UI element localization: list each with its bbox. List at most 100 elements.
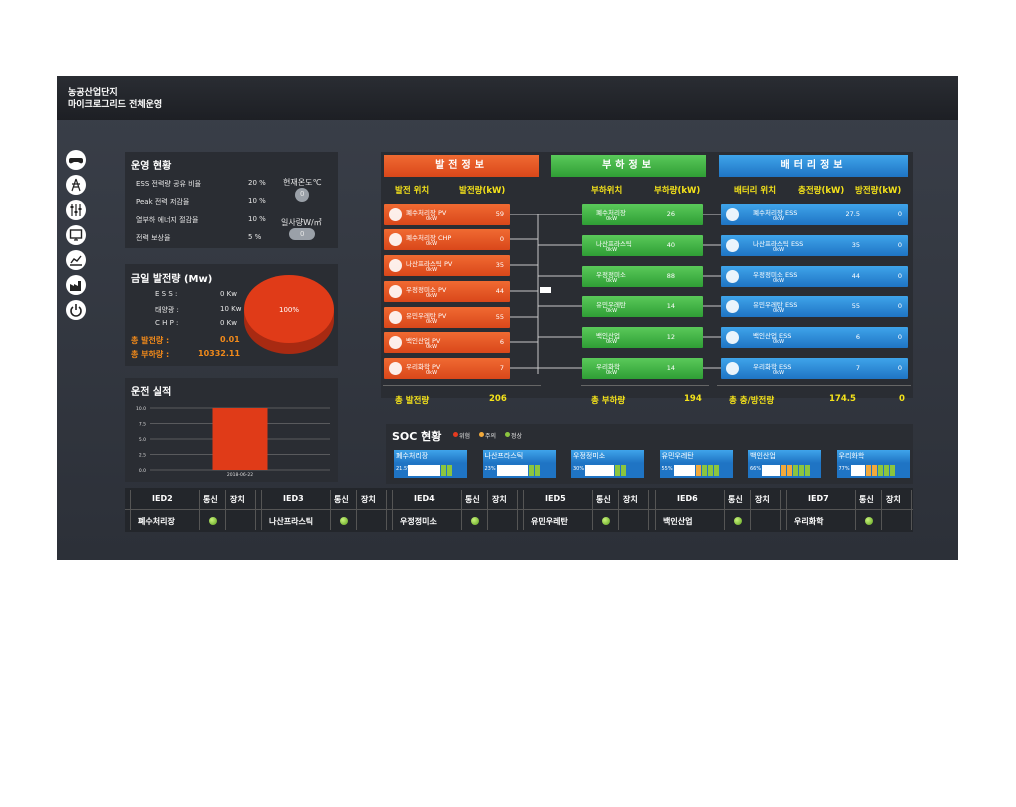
soc-card[interactable]: 폐수처리장 21.5%: [394, 450, 467, 480]
soc-segment: [781, 465, 787, 476]
total-generation-label: 총 발전량 :: [131, 336, 170, 345]
soc-segment: [440, 465, 446, 476]
bar[interactable]: [212, 408, 268, 470]
battery-row[interactable]: 백인산업 ESS 0kW 6 0: [721, 327, 908, 348]
battery-icon: [726, 362, 739, 375]
y-tick-label: 2.5: [139, 453, 146, 459]
soc-card[interactable]: 백인산업 66%: [748, 450, 821, 480]
battery-connector-lines: [703, 214, 721, 369]
load-value: 26: [666, 210, 675, 218]
today-value: 0 Kw: [220, 290, 237, 298]
soc-card[interactable]: 우리화학 77%: [836, 450, 910, 480]
generation-sub: 0kW: [426, 370, 438, 376]
x-tick-label: 2018-06-22: [227, 472, 253, 478]
ied-device-header: 장치: [492, 495, 507, 504]
soc-segment: [793, 465, 799, 476]
solar-panel-icon: [389, 285, 402, 298]
y-tick-label: 10.0: [136, 406, 146, 412]
load-row[interactable]: 우리화학 0kW 14: [582, 358, 703, 379]
solar-panel-icon: [389, 208, 402, 221]
soc-segment: [878, 465, 884, 476]
table-divider: [461, 490, 462, 530]
battery-total-discharge: 0: [899, 394, 905, 404]
battery-row[interactable]: 우정정미소 ESS 0kW 44 0: [721, 266, 908, 287]
soc-fill: [585, 465, 614, 476]
load-row[interactable]: 백인산업 0kW 12: [582, 327, 703, 348]
power-line-icon[interactable]: [66, 175, 86, 195]
ops-value: 20 %: [248, 179, 266, 187]
monitor-icon[interactable]: [66, 225, 86, 245]
battery-row[interactable]: 폐수처리장 ESS 0kW 27.5 0: [721, 204, 908, 225]
generation-pie-chart: 100%: [244, 275, 334, 354]
table-divider: [780, 490, 781, 530]
generation-row[interactable]: 폐수처리장 PV 0kW 59: [384, 204, 510, 225]
load-header[interactable]: 부하정보: [551, 155, 706, 177]
load-row[interactable]: 폐수처리장 0kW 26: [582, 204, 703, 225]
soc-card[interactable]: 유민우레탄 55%: [659, 450, 733, 480]
table-divider: [523, 490, 524, 530]
soc-card[interactable]: 우정정미소 30%: [571, 450, 644, 480]
solar-panel-icon: [389, 233, 402, 246]
soc-segment: [890, 465, 896, 476]
factory-icon[interactable]: [66, 275, 86, 295]
load-value: 40: [666, 241, 675, 249]
ied-site: 우정정미소: [400, 517, 437, 526]
battery-icon: [726, 270, 739, 283]
soc-segment: [866, 465, 872, 476]
ied-site: 나산프라스틱: [269, 517, 314, 526]
battery-sub: 0kW: [773, 339, 785, 345]
gamepad-icon[interactable]: [66, 150, 86, 170]
battery-row[interactable]: 나산프라스틱 ESS 0kW 35 0: [721, 235, 908, 256]
sliders-icon[interactable]: [66, 200, 86, 220]
ied-comm-header: 통신: [465, 495, 480, 504]
load-total-value: 194: [684, 394, 702, 404]
load-total-label: 총 부하량: [591, 396, 626, 406]
soc-segment: [787, 465, 793, 476]
legend-dot: [505, 432, 510, 437]
generation-row[interactable]: 유민우레탄 PV 0kW 55: [384, 307, 510, 328]
generation-row[interactable]: 폐수처리장 CHP 0kW 0: [384, 229, 510, 250]
temperature-value: 0: [300, 190, 305, 198]
battery-icon: [726, 208, 739, 221]
soc-fill: [496, 465, 528, 476]
dashboard-window: 농공산업단지 마이크로그리드 전체운영 운영 현황 ESS 전력량 공유 비율 …: [57, 76, 958, 560]
load-row[interactable]: 유민우레탄 0kW 14: [582, 296, 703, 317]
table-divider: [255, 490, 256, 530]
soc-card-title: 우정정미소: [571, 450, 644, 463]
load-sub: 0kW: [606, 216, 618, 222]
generation-value: 0: [499, 235, 504, 243]
soc-segment: [872, 465, 878, 476]
soc-percent: 66%: [750, 466, 762, 472]
battery-icon: [726, 331, 739, 344]
table-divider: [911, 490, 912, 530]
generation-row[interactable]: 우정정미소 PV 0kW 44: [384, 281, 510, 302]
battery-sub: 0kW: [773, 370, 785, 376]
load-col-amount: 부하량(kW): [654, 186, 701, 196]
load-sub: 0kW: [606, 370, 618, 376]
table-divider: [199, 490, 200, 530]
battery-header[interactable]: 배터리정보: [719, 155, 908, 177]
generation-row[interactable]: 백인산업 PV 0kW 6: [384, 332, 510, 353]
load-row[interactable]: 우정정미소 0kW 88: [582, 266, 703, 287]
generation-header[interactable]: 발전정보: [384, 155, 539, 177]
line-chart-icon[interactable]: [66, 250, 86, 270]
legend-dot: [479, 432, 484, 437]
power-icon[interactable]: [66, 300, 86, 320]
battery-row[interactable]: 우리화학 ESS 0kW 7 0: [721, 358, 908, 379]
generation-row[interactable]: 나산프라스틱 PV 0kW 35: [384, 255, 510, 276]
battery-row[interactable]: 유민우레탄 ESS 0kW 55 0: [721, 296, 908, 317]
table-divider: [261, 490, 262, 530]
soc-segment: [696, 465, 701, 476]
today-label: C H P :: [155, 319, 179, 327]
soc-card[interactable]: 나산프라스틱 23%: [482, 450, 556, 480]
load-value: 14: [666, 364, 675, 372]
soc-percent: 55%: [661, 466, 673, 472]
irradiance-value: 0: [300, 230, 305, 238]
generation-row[interactable]: 우리화학 PV 0kW 7: [384, 358, 510, 379]
soc-fill: [850, 465, 866, 476]
load-row[interactable]: 나산프라스틱 0kW 40: [582, 235, 703, 256]
irradiance-label: 일사량W/㎡: [281, 218, 322, 227]
generation-sub: 0kW: [426, 293, 438, 299]
table-divider: [592, 490, 593, 530]
generation-value: 55: [495, 313, 504, 321]
